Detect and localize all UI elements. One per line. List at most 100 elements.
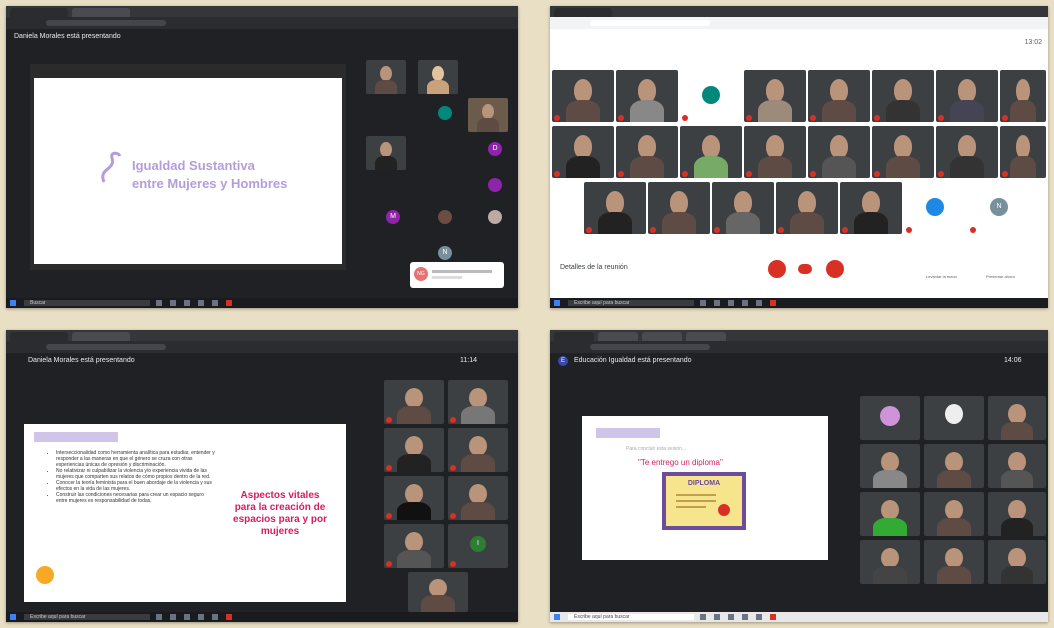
participant-tile[interactable] xyxy=(860,396,920,440)
participant-tile[interactable] xyxy=(384,524,444,568)
seal-icon xyxy=(718,504,730,516)
participant-tile[interactable] xyxy=(1000,126,1046,178)
windows-taskbar: Buscar xyxy=(6,298,518,308)
participant-tile[interactable] xyxy=(584,182,646,234)
presenter-label: Educación Igualdad está presentando xyxy=(574,357,692,364)
participant-tile[interactable] xyxy=(840,182,902,234)
participant-tile[interactable] xyxy=(988,444,1046,488)
participant-tile[interactable] xyxy=(924,444,984,488)
participant-tile[interactable] xyxy=(384,380,444,424)
slide-quote: "Te entrego un diploma" xyxy=(638,458,723,467)
participant-tile[interactable] xyxy=(860,540,920,584)
browser-tab[interactable] xyxy=(554,8,612,17)
participant-avatar[interactable] xyxy=(488,178,502,192)
participant-avatar[interactable]: M xyxy=(386,210,400,224)
participant-tile[interactable] xyxy=(418,60,458,94)
participant-tile[interactable] xyxy=(860,444,920,488)
taskbar-search[interactable]: Buscar xyxy=(24,300,150,306)
participant-tile[interactable] xyxy=(808,126,870,178)
participant-tile[interactable] xyxy=(776,182,838,234)
tab-strip xyxy=(6,330,518,341)
participant-tile[interactable] xyxy=(936,126,998,178)
participant-grid xyxy=(860,396,1046,584)
browser-tab[interactable] xyxy=(72,8,130,17)
participant-tile[interactable] xyxy=(384,428,444,472)
participant-tile[interactable] xyxy=(744,126,806,178)
taskbar-search[interactable]: Escribe aquí para buscar xyxy=(568,614,694,620)
slide-title-line2: entre Mujeres y Hombres xyxy=(132,176,288,191)
meet-header: Daniela Morales está presentando 11:14 xyxy=(6,353,518,369)
participant-tile[interactable] xyxy=(924,492,984,536)
participant-tile[interactable] xyxy=(988,540,1046,584)
screenshot-q1: Daniela Morales está presentando Igualda… xyxy=(6,6,518,308)
participant-tile[interactable] xyxy=(936,70,998,122)
start-icon[interactable] xyxy=(554,614,560,620)
participant-tile[interactable] xyxy=(366,136,406,170)
camera-off-icon[interactable] xyxy=(826,260,844,278)
participant-tile[interactable] xyxy=(448,476,508,520)
address-bar[interactable] xyxy=(550,17,1048,29)
participant-tile[interactable] xyxy=(448,428,508,472)
present-now-button[interactable]: Presentar ahora xyxy=(986,274,1015,279)
participant-tile[interactable] xyxy=(872,70,934,122)
notification-card[interactable]: NG xyxy=(410,262,504,288)
participant-tile[interactable] xyxy=(712,182,774,234)
participant-tile[interactable]: N xyxy=(968,182,1030,234)
participant-tile[interactable] xyxy=(552,70,614,122)
participant-tile[interactable] xyxy=(648,182,710,234)
participant-tile[interactable] xyxy=(468,98,508,132)
tab-strip xyxy=(6,6,518,17)
participant-avatar[interactable]: N xyxy=(438,246,452,260)
start-icon[interactable] xyxy=(10,614,16,620)
participant-tile[interactable]: I xyxy=(448,524,508,568)
participant-tile[interactable] xyxy=(616,126,678,178)
participant-tile[interactable] xyxy=(680,126,742,178)
participant-tile[interactable] xyxy=(552,126,614,178)
participant-avatar[interactable] xyxy=(438,106,452,120)
participant-tile[interactable] xyxy=(448,380,508,424)
meet-time: 14:06 xyxy=(1004,357,1022,364)
slide-intro: Para concluir esta sesión... xyxy=(626,446,687,452)
browser-tab[interactable] xyxy=(642,332,682,341)
taskbar-search[interactable]: Escribe aquí para buscar xyxy=(24,614,150,620)
taskbar-search[interactable]: Escribe aquí para buscar xyxy=(568,300,694,306)
meet-header: E Educación Igualdad está presentando 14… xyxy=(550,353,1048,369)
start-icon[interactable] xyxy=(554,300,560,306)
participant-avatar[interactable]: D xyxy=(488,142,502,156)
meeting-details-button[interactable]: Detalles de la reunión xyxy=(560,264,628,271)
mic-off-icon[interactable] xyxy=(768,260,786,278)
participant-tile[interactable] xyxy=(616,70,678,122)
participant-tile[interactable] xyxy=(872,126,934,178)
start-icon[interactable] xyxy=(10,300,16,306)
browser-tab[interactable] xyxy=(72,332,130,341)
participant-tile[interactable] xyxy=(904,182,966,234)
participant-tile[interactable] xyxy=(860,492,920,536)
logo-icon xyxy=(36,566,54,584)
participant-avatar[interactable] xyxy=(438,210,452,224)
participant-tile[interactable] xyxy=(808,70,870,122)
participant-tile[interactable] xyxy=(988,396,1046,440)
browser-tab[interactable] xyxy=(554,332,594,341)
participant-tile[interactable] xyxy=(366,60,406,94)
browser-tab[interactable] xyxy=(10,332,68,341)
participant-tile[interactable] xyxy=(924,396,984,440)
address-bar[interactable] xyxy=(6,341,518,353)
raise-hand-button[interactable]: Levantar la mano xyxy=(926,274,957,279)
slide: Igualdad Sustantiva entre Mujeres y Homb… xyxy=(34,78,342,264)
participant-tile[interactable] xyxy=(988,492,1046,536)
address-bar[interactable] xyxy=(550,341,1048,353)
participant-tile[interactable] xyxy=(384,476,444,520)
participant-tile[interactable] xyxy=(1000,70,1046,122)
hang-up-icon[interactable] xyxy=(798,264,812,274)
browser-tab[interactable] xyxy=(686,332,726,341)
participant-tile[interactable] xyxy=(680,70,742,122)
bullet-list: Interseccionalidad como herramienta anal… xyxy=(48,450,216,504)
participant-tile[interactable] xyxy=(744,70,806,122)
participant-tile[interactable] xyxy=(924,540,984,584)
windows-taskbar: Escribe aquí para buscar xyxy=(6,612,518,622)
address-bar[interactable] xyxy=(6,17,518,29)
participant-tile[interactable] xyxy=(408,572,468,612)
browser-tab[interactable] xyxy=(598,332,638,341)
participant-avatar[interactable] xyxy=(488,210,502,224)
browser-tab[interactable] xyxy=(10,8,68,17)
